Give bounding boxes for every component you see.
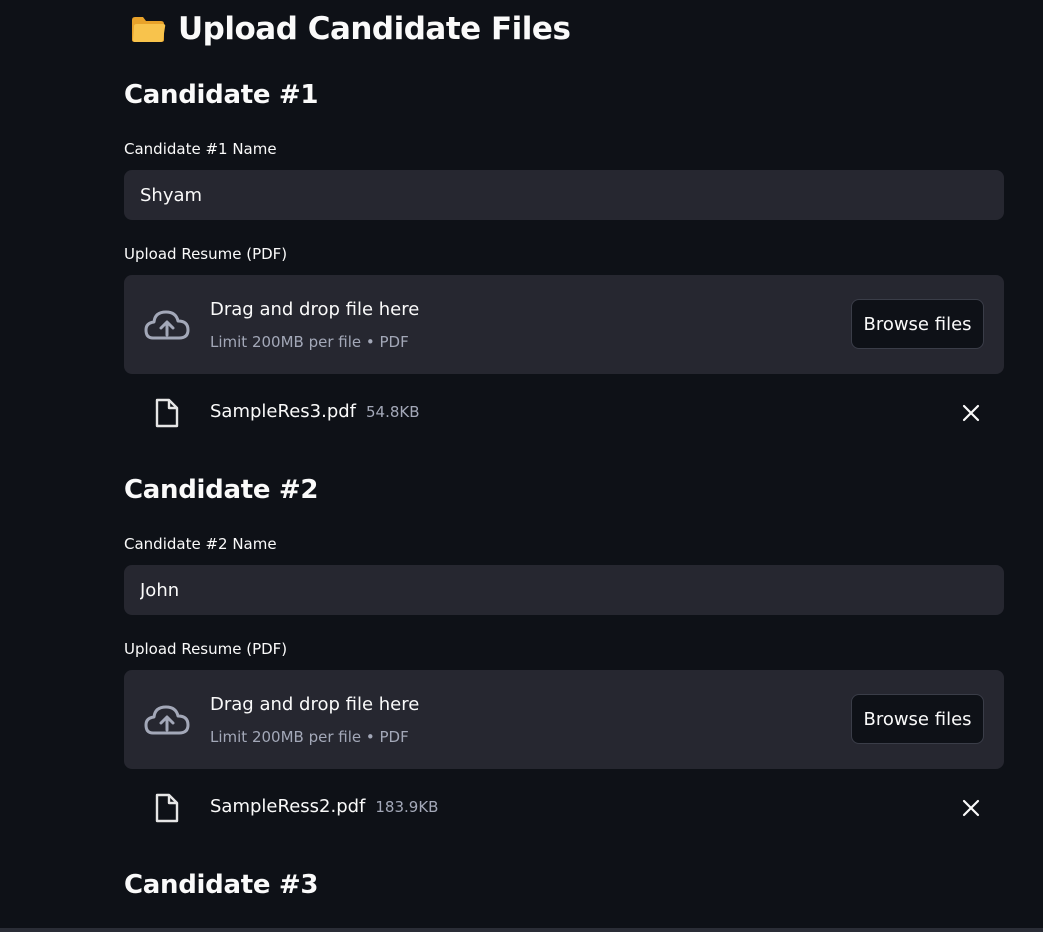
upload-resume-label: Upload Resume (PDF) [124, 640, 288, 658]
file-name: SampleRess2.pdf [210, 796, 366, 817]
close-icon [962, 799, 980, 817]
candidate-name-input[interactable] [124, 170, 1004, 220]
dropzone-title: Drag and drop file here [210, 694, 420, 715]
candidate-name-label: Candidate #2 Name [124, 535, 277, 553]
uploaded-file-row: SampleRess2.pdf 183.9KB [124, 788, 1004, 828]
remove-file-button[interactable] [959, 796, 983, 820]
cloud-upload-icon [144, 310, 190, 340]
file-dropzone[interactable]: Drag and drop file here Limit 200MB per … [124, 275, 1004, 374]
candidate-heading: Candidate #3 [124, 870, 319, 900]
candidate-heading: Candidate #2 [124, 475, 319, 505]
page-title-text: Upload Candidate Files [178, 11, 571, 47]
browse-files-button[interactable]: Browse files [851, 299, 984, 349]
candidate-name-input[interactable] [124, 565, 1004, 615]
page-title: Upload Candidate Files [130, 8, 571, 50]
file-dropzone[interactable]: Drag and drop file here Limit 200MB per … [124, 670, 1004, 769]
dropzone-title: Drag and drop file here [210, 299, 420, 320]
file-icon [155, 398, 179, 428]
cloud-upload-icon [144, 705, 190, 735]
folder-icon [132, 17, 166, 42]
file-size: 54.8KB [366, 403, 420, 421]
remove-file-button[interactable] [959, 401, 983, 425]
file-icon [155, 793, 179, 823]
file-info: SampleRess2.pdf 183.9KB [210, 796, 438, 817]
candidate-name-label: Candidate #1 Name [124, 140, 277, 158]
dropzone-subtitle: Limit 200MB per file • PDF [210, 333, 409, 351]
file-name: SampleRes3.pdf [210, 401, 357, 422]
close-icon [962, 404, 980, 422]
file-size: 183.9KB [375, 798, 439, 816]
bottom-scroll-edge [0, 928, 1043, 932]
browse-files-button[interactable]: Browse files [851, 694, 984, 744]
file-info: SampleRes3.pdf 54.8KB [210, 401, 420, 422]
dropzone-subtitle: Limit 200MB per file • PDF [210, 728, 409, 746]
uploaded-file-row: SampleRes3.pdf 54.8KB [124, 393, 1004, 433]
upload-page: Upload Candidate Files Candidate #1 Cand… [0, 0, 1043, 932]
upload-resume-label: Upload Resume (PDF) [124, 245, 288, 263]
candidate-heading: Candidate #1 [124, 80, 319, 110]
